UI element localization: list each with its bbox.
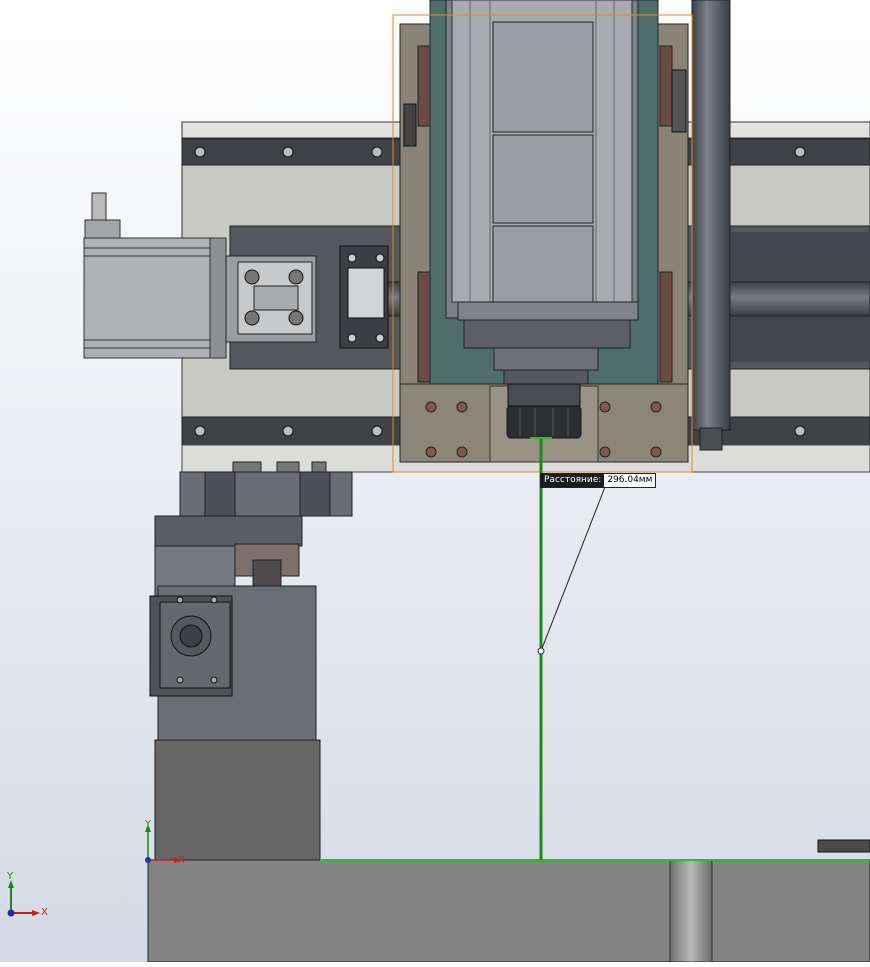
- y-axis-motor-mount: [149, 595, 233, 697]
- origin-x-label: X: [178, 855, 185, 866]
- graphics-viewport[interactable]: Расстояние: 296.04мм Y X Y X: [0, 0, 870, 963]
- collet-nut[interactable]: [506, 383, 582, 439]
- vertical-guide-rod[interactable]: [691, 0, 731, 451]
- motor-coupling-mount: [225, 255, 317, 343]
- distance-measurement-tag[interactable]: Расстояние: 296.04мм: [540, 473, 657, 488]
- view-y-label: Y: [7, 871, 14, 882]
- distance-value: 296.04мм: [604, 474, 656, 487]
- view-x-label: X: [41, 907, 48, 918]
- origin-y-label: Y: [145, 819, 152, 830]
- distance-label: Расстояние:: [541, 474, 605, 487]
- column-upright[interactable]: [154, 545, 321, 871]
- bearing-block: [339, 245, 389, 349]
